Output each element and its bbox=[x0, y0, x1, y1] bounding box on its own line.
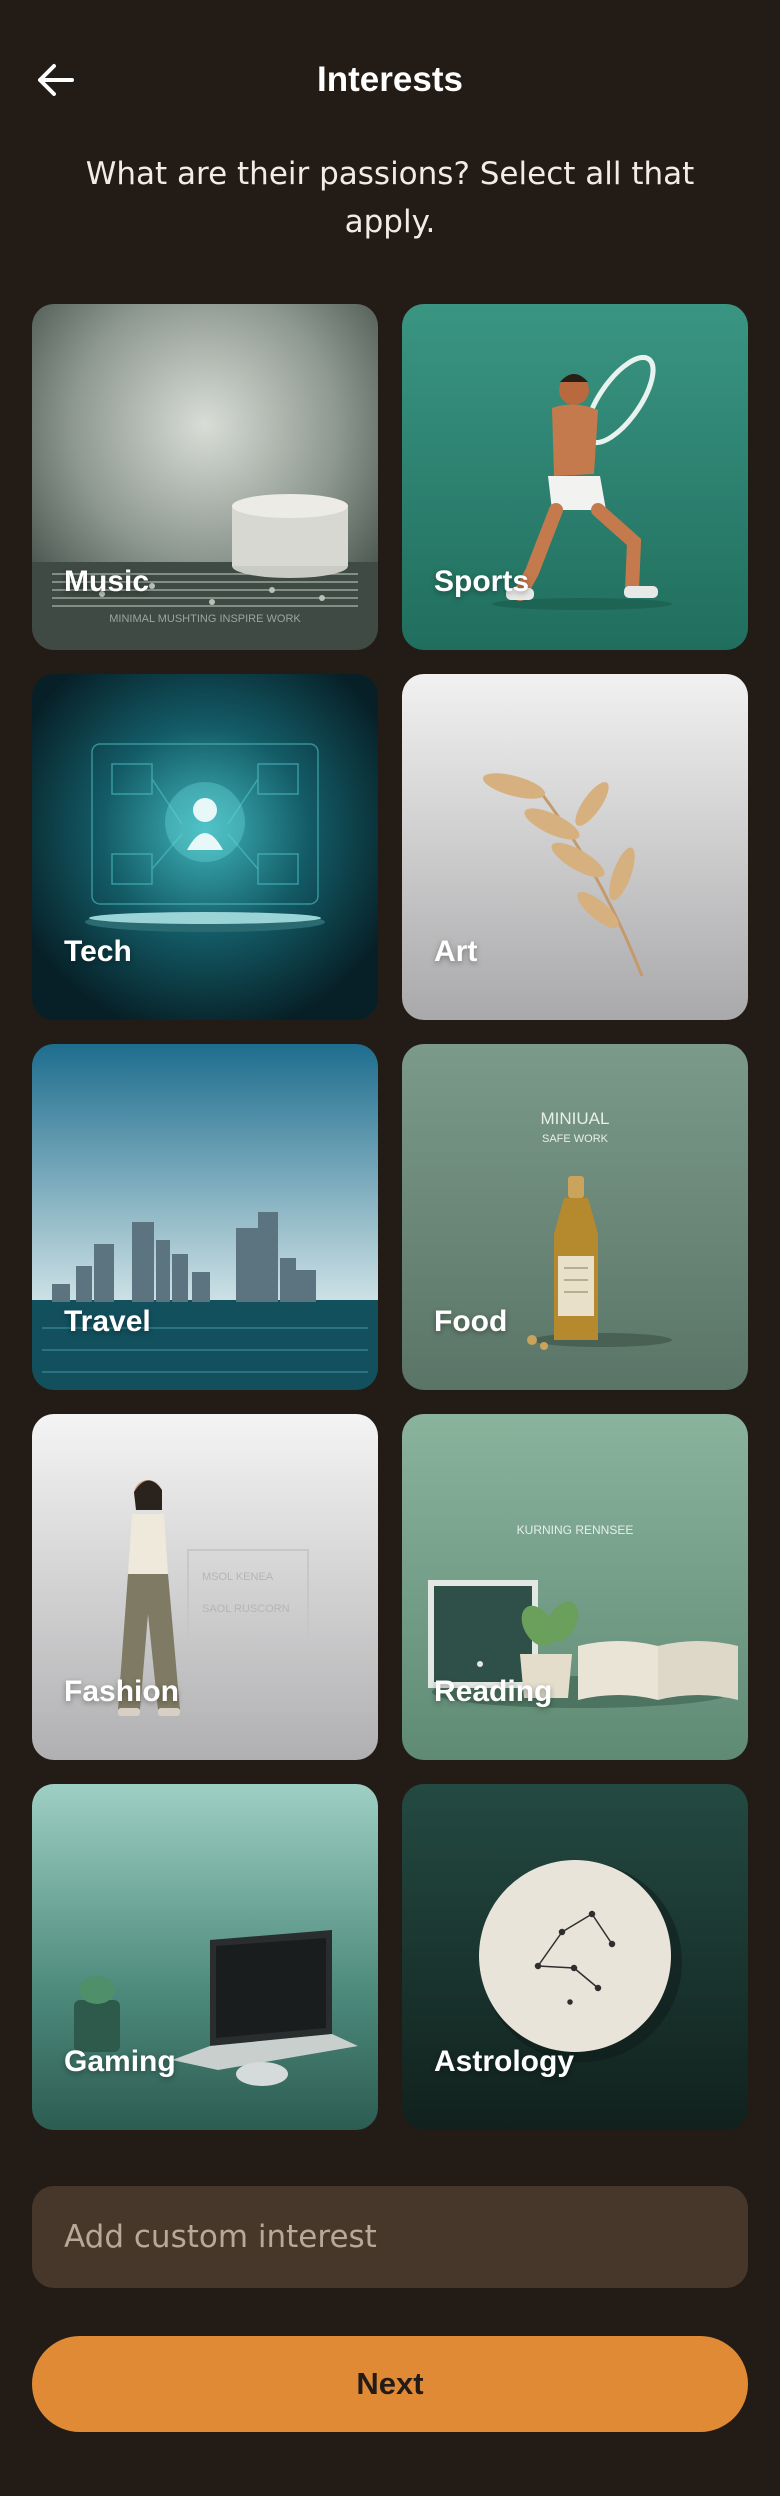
next-button[interactable]: Next bbox=[32, 2336, 748, 2432]
interest-card-tech[interactable]: Tech bbox=[32, 674, 378, 1020]
interest-label: Gaming bbox=[64, 2045, 176, 2078]
interest-card-gaming[interactable]: Gaming bbox=[32, 1784, 378, 2130]
interest-label: Art bbox=[434, 935, 478, 968]
interest-label: Sports bbox=[434, 565, 530, 598]
svg-text:SAFE WORK: SAFE WORK bbox=[542, 1133, 609, 1145]
interest-label: Food bbox=[434, 1305, 508, 1338]
interest-label: Reading bbox=[434, 1675, 553, 1708]
svg-text:MINIMAL MUSHTING INSPIRE WORK: MINIMAL MUSHTING INSPIRE WORK bbox=[109, 613, 301, 625]
interest-card-sports[interactable]: Sports bbox=[402, 304, 748, 650]
svg-text:MINIUAL: MINIUAL bbox=[541, 1109, 610, 1128]
interest-label: Music bbox=[64, 565, 150, 598]
interest-card-reading[interactable]: KURNING RENNSEE Reading bbox=[402, 1414, 748, 1760]
interest-card-art[interactable]: Art bbox=[402, 674, 748, 1020]
svg-text:SAOL RUSCORN: SAOL RUSCORN bbox=[202, 1603, 290, 1615]
interest-label: Tech bbox=[64, 935, 132, 968]
svg-text:KURNING RENNSEE: KURNING RENNSEE bbox=[517, 1523, 634, 1537]
interest-card-astrology[interactable]: Astrology bbox=[402, 1784, 748, 2130]
interest-label: Travel bbox=[64, 1305, 151, 1338]
interest-card-travel[interactable]: Travel bbox=[32, 1044, 378, 1390]
custom-interest-input[interactable] bbox=[32, 2186, 748, 2288]
page-title: Interests bbox=[317, 60, 463, 99]
page-subtitle: What are their passions? Select all that… bbox=[85, 156, 695, 240]
header: Interests bbox=[0, 0, 780, 156]
interest-card-food[interactable]: MINIUAL SAFE WORK Food bbox=[402, 1044, 748, 1390]
interest-label: Fashion bbox=[64, 1675, 180, 1708]
interest-card-music[interactable]: MINIMAL MUSHTING INSPIRE WORK Music bbox=[32, 304, 378, 650]
svg-text:MSOL KENEA: MSOL KENEA bbox=[202, 1571, 274, 1583]
interest-label: Astrology bbox=[434, 2045, 575, 2078]
interest-card-fashion[interactable]: MSOL KENEA SAOL RUSCORN Fashion bbox=[32, 1414, 378, 1760]
